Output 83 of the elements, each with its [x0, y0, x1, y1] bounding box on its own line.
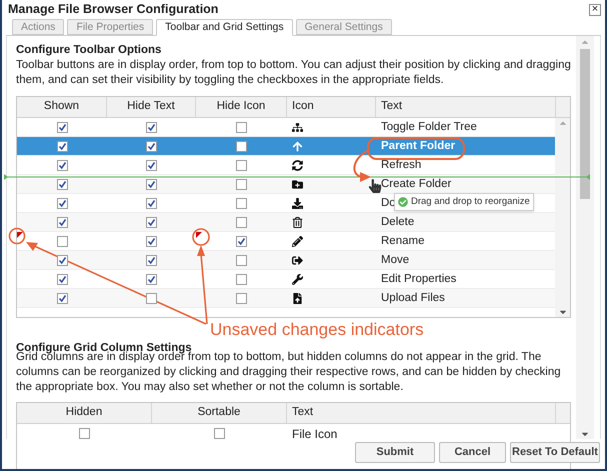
checkbox[interactable] [56, 198, 68, 208]
refresh-icon [292, 160, 303, 170]
up-arrow-icon [292, 140, 303, 152]
checkbox[interactable] [56, 236, 68, 246]
column-header[interactable]: Sortable [152, 403, 287, 423]
checkbox[interactable] [214, 428, 225, 439]
sitemap-icon [292, 122, 303, 132]
exit-arrow-icon [292, 254, 303, 266]
checkbox[interactable] [56, 140, 68, 152]
section-description: Toolbar buttons are in display order, from top to bottom. You can adjust their position by clicking and dragging them, and can set their visibility by toggling the checkboxes in the appropriate fields. [16, 58, 572, 88]
checkbox[interactable] [146, 292, 157, 304]
checkbox[interactable] [236, 198, 247, 208]
checkbox[interactable] [146, 198, 157, 208]
checkbox[interactable] [56, 292, 68, 304]
row-text: Toggle Folder Tree [381, 120, 477, 134]
curved-arrow [353, 149, 371, 182]
checkbox[interactable] [146, 140, 157, 152]
checkbox[interactable] [146, 236, 157, 246]
highlight-circle [8, 228, 26, 244]
folder-plus-icon [292, 178, 303, 190]
highlight-circle [192, 228, 210, 246]
file-upload-icon [292, 292, 303, 304]
hand-cursor-icon [368, 179, 382, 193]
column-header[interactable]: Hidden [17, 403, 152, 423]
row-text: Move [381, 254, 410, 266]
column-header[interactable]: Shown [17, 97, 107, 117]
trash-icon [292, 216, 303, 228]
section-description: Grid columns are in display order from top to bottom, but hidden columns do not appear in the grid. The columns can be reorganized by clicking and dragging their respective rows, and can be hidden by checking the appropriate box. You may also set whether or not the column is sortable. [16, 351, 562, 395]
row-text: Create Folder [381, 178, 452, 190]
window-title: Manage File Browser Configuration [8, 1, 218, 18]
checkbox[interactable] [236, 236, 247, 246]
checkbox[interactable] [56, 122, 68, 132]
checkbox[interactable] [236, 254, 247, 266]
scrollbar[interactable] [555, 118, 570, 317]
checkbox[interactable] [236, 122, 247, 132]
row-text: Parent Folder [381, 140, 456, 152]
tooltip-text: Drag and drop to reorganize [411, 194, 530, 209]
row-text: Refresh [381, 158, 422, 172]
checkbox[interactable] [56, 274, 68, 284]
wrench-icon [292, 274, 303, 284]
dialog-button[interactable]: Submit [355, 442, 435, 463]
column-header[interactable]: Text [376, 97, 556, 117]
row-text: Rename [381, 234, 424, 248]
column-header[interactable]: Text [287, 403, 556, 423]
checkbox[interactable] [79, 428, 90, 439]
checkbox[interactable] [236, 160, 247, 170]
table-row[interactable]: Upload Files [17, 289, 556, 308]
checkbox[interactable] [56, 178, 68, 190]
dialog-button[interactable]: Reset To Default [510, 442, 600, 463]
checkbox[interactable] [146, 122, 157, 132]
table-row[interactable]: Move [17, 251, 556, 270]
checkbox[interactable] [146, 216, 157, 228]
table-row[interactable]: Delete [17, 213, 556, 232]
tab[interactable]: Toolbar and Grid Settings [156, 19, 293, 36]
table-row[interactable]: Rename [17, 232, 556, 251]
checkbox[interactable] [56, 254, 68, 266]
scrollbar-thumb[interactable] [580, 49, 590, 199]
row-text: Upload Files [381, 292, 445, 304]
column-header[interactable]: Hide Text [107, 97, 196, 117]
dialog-button[interactable]: Cancel [439, 442, 506, 463]
column-header[interactable]: Icon [287, 97, 376, 117]
checkbox[interactable] [236, 140, 247, 152]
checkbox[interactable] [236, 178, 247, 190]
row-text: Delete [381, 216, 414, 228]
pencil-icon [292, 236, 303, 246]
checkbox[interactable] [146, 178, 157, 190]
checkbox[interactable] [236, 292, 247, 304]
checkbox[interactable] [146, 274, 157, 284]
checkbox[interactable] [146, 254, 157, 266]
table-row[interactable]: Create Folder [17, 175, 556, 194]
annotation-label: Unsaved changes indicators [210, 320, 424, 340]
download-icon [292, 198, 303, 208]
checkbox[interactable] [146, 160, 157, 170]
row-text: File Icon [292, 426, 338, 442]
checkbox[interactable] [236, 216, 247, 228]
close-button[interactable]: × [589, 4, 601, 16]
checkbox[interactable] [236, 274, 247, 284]
scrollbar[interactable] [576, 36, 594, 439]
checkbox[interactable] [56, 160, 68, 170]
section-heading: Configure Toolbar Options [16, 43, 162, 58]
checkbox[interactable] [56, 216, 68, 228]
column-header[interactable]: Hide Icon [196, 97, 287, 117]
row-text: Edit Properties [381, 272, 456, 286]
